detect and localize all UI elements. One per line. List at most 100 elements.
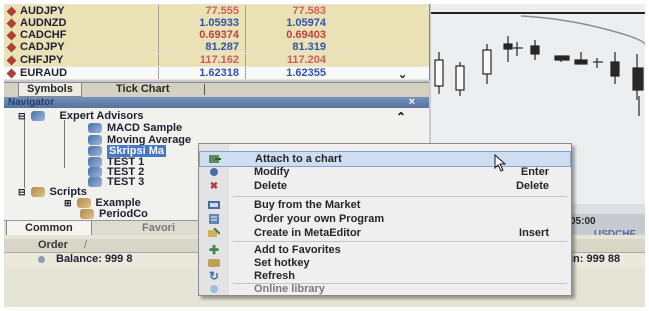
- diamond-icon: [6, 18, 17, 28]
- candles: [434, 36, 644, 116]
- menu-item-modify[interactable]: Modify Enter: [199, 165, 571, 179]
- tree-label: Expert Advisors: [59, 110, 144, 122]
- attach-icon: [209, 154, 221, 164]
- time-axis-label: 05:00: [570, 216, 596, 227]
- moving-average-line: [520, 15, 645, 45]
- menu-label: Set hotkey: [254, 257, 310, 269]
- menu-shortcut: Enter: [520, 166, 549, 178]
- scroll-up-icon[interactable]: ⌃: [396, 110, 406, 124]
- menu-label: Add to Favorites: [254, 244, 341, 256]
- refresh-icon: ↻: [208, 269, 220, 283]
- market-row[interactable]: CHFJPY 117.162 117.204: [4, 54, 429, 66]
- menu-item-create-in-metaeditor[interactable]: Create in MetaEditor Insert: [199, 226, 571, 240]
- market-row[interactable]: AUDNZD 1.05933 1.05974: [4, 17, 429, 29]
- tree-item-test-3[interactable]: TEST 3: [88, 176, 144, 188]
- menu-label: Create in MetaEditor: [254, 227, 361, 239]
- symbol-name: AUDNZD: [20, 17, 67, 29]
- menu-label: Refresh: [254, 270, 295, 282]
- diamond-icon: [6, 55, 17, 65]
- order-icon: [208, 214, 220, 224]
- bid-value: 117.162: [199, 54, 239, 66]
- collapse-icon[interactable]: ⊟: [18, 187, 26, 198]
- market-watch-tabs: Symbols Tick Chart: [4, 82, 429, 97]
- market-row[interactable]: CADJPY 81.287 81.319: [4, 41, 429, 53]
- screen: AUDJPY 77.555 77.583 AUDNZD 1.05933 1.05…: [4, 4, 645, 307]
- ask-value: 81.319: [292, 41, 326, 53]
- bid-value: 1.62318: [199, 67, 239, 79]
- folder-icon: [76, 198, 91, 208]
- symbol-name: CADJPY: [20, 41, 65, 53]
- market-icon: [208, 200, 220, 210]
- favorites-icon: ✚: [208, 243, 220, 257]
- expand-icon[interactable]: ⊞: [64, 198, 72, 209]
- expert-advisors-icon: [30, 111, 45, 121]
- menu-label: Delete: [254, 180, 288, 192]
- market-row[interactable]: AUDJPY 77.555 77.583: [4, 5, 429, 17]
- ask-value: 0.69403: [286, 29, 326, 41]
- tab-tick-chart[interactable]: Tick Chart: [108, 83, 178, 96]
- symbol-name: AUDJPY: [20, 5, 65, 17]
- menu-item-refresh[interactable]: ↻ Refresh: [199, 269, 571, 283]
- diamond-icon: [6, 42, 17, 52]
- balance-icon: [38, 256, 45, 263]
- menu-label: Order your own Program: [254, 213, 385, 225]
- menu-item-set-hotkey[interactable]: Set hotkey: [199, 256, 571, 270]
- script-icon: [80, 209, 94, 219]
- menu-label: Buy from the Market: [254, 199, 361, 211]
- expert-icon: [88, 177, 102, 187]
- bid-value: 1.05933: [199, 17, 239, 29]
- tab-symbols[interactable]: Symbols: [18, 83, 82, 97]
- tree-item-macd-sample[interactable]: MACD Sample: [88, 122, 182, 134]
- library-icon: [208, 284, 220, 294]
- menu-label: Modify: [254, 166, 290, 178]
- delete-icon: ✖: [209, 180, 219, 192]
- tree-item-periodco[interactable]: PeriodCo: [80, 208, 148, 220]
- market-row[interactable]: CADCHF 0.69374 0.69403: [4, 29, 429, 41]
- menu-separator: [233, 196, 567, 197]
- modify-icon: [208, 167, 220, 177]
- bid-value: 0.69374: [199, 29, 239, 41]
- navigator-titlebar: Navigator ×: [4, 96, 429, 108]
- menu-item-order-program[interactable]: Order your own Program: [199, 212, 571, 226]
- diamond-icon: [6, 30, 17, 40]
- balance-text: Balance: 999 8: [56, 253, 133, 265]
- hotkey-icon: [208, 258, 220, 268]
- menu-shortcut: Insert: [519, 227, 549, 239]
- menu-item-online-library[interactable]: Online library: [199, 282, 571, 296]
- tree-label: TEST 3: [107, 176, 145, 188]
- tree-node-expert-advisors[interactable]: ⊟ Expert Advisors: [18, 110, 144, 122]
- order-column-header[interactable]: Order: [38, 239, 68, 251]
- menu-item-buy-from-market[interactable]: Buy from the Market: [199, 198, 571, 212]
- symbol-name: CADCHF: [20, 29, 67, 41]
- ask-value: 1.62355: [286, 67, 326, 79]
- menu-label: Attach to a chart: [255, 153, 342, 165]
- diamond-icon: [6, 68, 17, 78]
- bid-value: 77.555: [205, 5, 239, 17]
- ask-value: 77.583: [292, 5, 326, 17]
- expert-icon: [88, 146, 102, 156]
- market-row[interactable]: EURAUD 1.62318 1.62355: [4, 67, 429, 79]
- navigator-title: Navigator: [8, 97, 55, 108]
- scripts-icon: [30, 187, 45, 197]
- mouse-cursor-icon: [494, 154, 507, 172]
- diamond-icon: [6, 6, 17, 16]
- menu-label: Online library: [254, 283, 325, 295]
- tab-common[interactable]: Common: [6, 221, 92, 236]
- close-icon[interactable]: ×: [409, 96, 415, 108]
- market-watch: AUDJPY 77.555 77.583 AUDNZD 1.05933 1.05…: [4, 4, 430, 81]
- margin-text: in: 999 88: [570, 253, 621, 265]
- tab-favorites[interactable]: Favori: [142, 221, 175, 235]
- symbol-name: EURAUD: [20, 67, 68, 79]
- menu-item-add-to-favorites[interactable]: ✚ Add to Favorites: [199, 243, 571, 257]
- scroll-down-icon[interactable]: ⌄: [398, 68, 407, 81]
- menu-shortcut: Delete: [515, 180, 549, 192]
- symbol-name: CHFJPY: [20, 54, 64, 66]
- collapse-icon[interactable]: ⊟: [18, 111, 26, 122]
- menu-separator: [233, 241, 567, 242]
- expert-icon: [88, 135, 102, 145]
- menu-item-delete[interactable]: ✖ Delete Delete: [199, 179, 571, 193]
- ask-value: 1.05974: [286, 17, 326, 29]
- expert-icon: [88, 123, 102, 133]
- metaeditor-icon: [208, 228, 220, 238]
- bid-value: 81.287: [205, 41, 239, 53]
